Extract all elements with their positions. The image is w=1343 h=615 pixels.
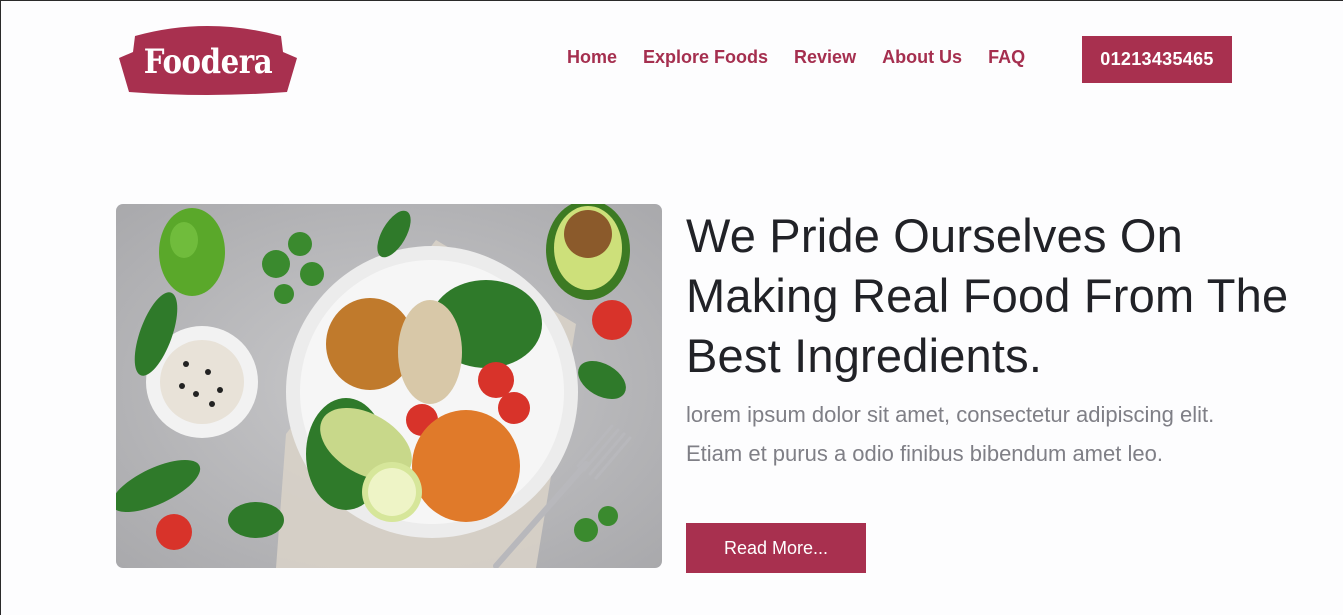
hero-title: We Pride Ourselves On Making Real Food F…	[686, 209, 1289, 382]
nav-faq[interactable]: FAQ	[988, 47, 1025, 68]
hero-food-image	[116, 204, 662, 568]
salad-bowl-illustration	[116, 204, 662, 568]
brand-logo[interactable]: Foodera	[117, 22, 299, 96]
read-more-button[interactable]: Read More...	[686, 523, 866, 573]
main-nav: Home Explore Foods Review About Us FAQ	[567, 47, 1051, 68]
nav-review[interactable]: Review	[794, 47, 856, 68]
hero-description: lorem ipsum dolor sit amet, consectetur …	[686, 402, 1215, 466]
phone-button[interactable]: 01213435465	[1082, 36, 1232, 83]
nav-home[interactable]: Home	[567, 47, 617, 68]
navbar: Foodera Home Explore Foods Review About …	[1, 1, 1343, 119]
nav-explore-foods[interactable]: Explore Foods	[643, 47, 768, 68]
nav-about-us[interactable]: About Us	[882, 47, 962, 68]
brand-name: Foodera	[143, 42, 273, 82]
